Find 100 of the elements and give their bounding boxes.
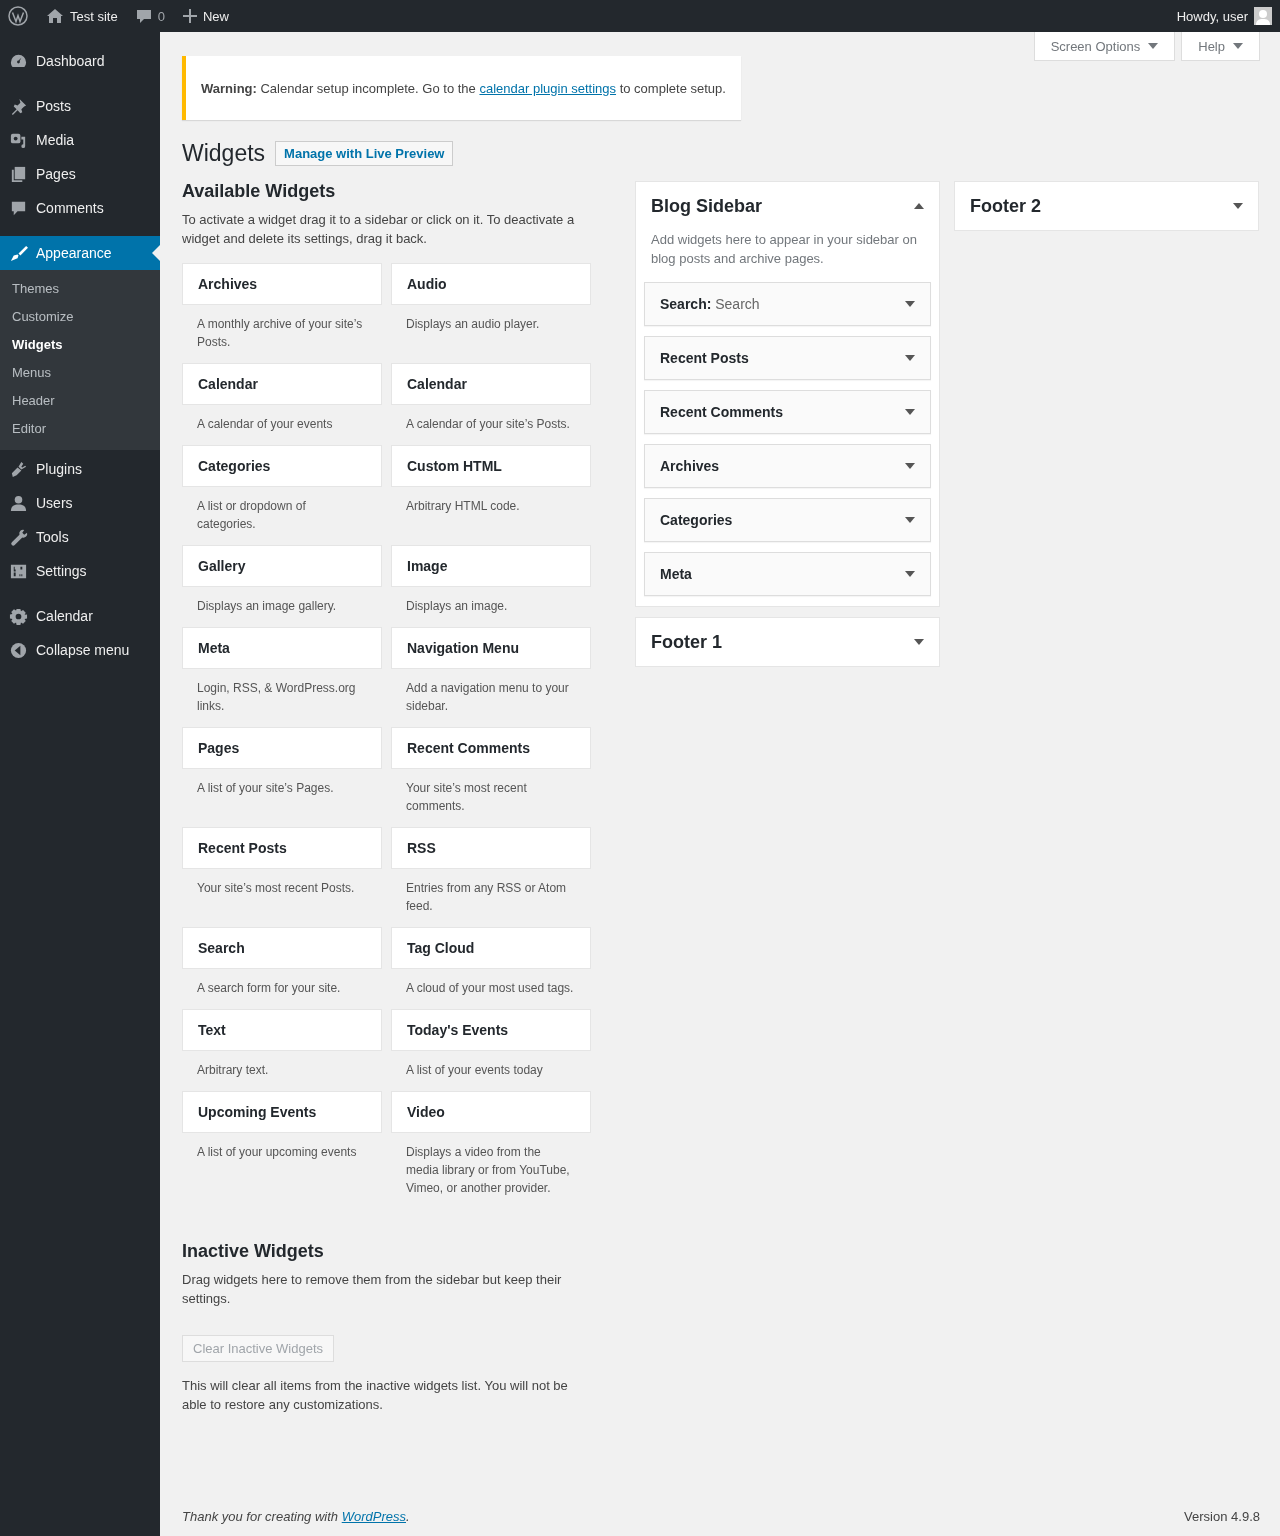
widget-description: Login, RSS, & WordPress.org links. xyxy=(196,680,357,715)
clear-note: This will clear all items from the inactive widgets list. You will not be able to restore any customizations. xyxy=(182,1377,569,1414)
submenu-item[interactable]: Editor xyxy=(0,415,160,443)
widget-card[interactable]: Text xyxy=(182,1009,382,1051)
widget-card[interactable]: Categories xyxy=(182,445,382,487)
help-button[interactable]: Help xyxy=(1181,32,1260,61)
comment-count[interactable]: 0 xyxy=(157,8,165,24)
widget-description: A calendar of your site’s Posts. xyxy=(405,416,571,433)
widget-description: A list of your events today xyxy=(405,1062,544,1079)
expand-arrow-icon[interactable] xyxy=(905,571,915,577)
section-heading: Inactive Widgets xyxy=(182,1241,325,1262)
widget-card[interactable]: Upcoming Events xyxy=(182,1091,382,1133)
widget-card[interactable]: Image xyxy=(391,545,591,587)
widget-card[interactable]: Tag Cloud xyxy=(391,927,591,969)
widget-item[interactable]: Recent Posts xyxy=(644,336,931,380)
page-title: Widgets xyxy=(182,140,266,167)
submenu-item[interactable]: Header xyxy=(0,387,160,415)
expand-arrow-icon[interactable] xyxy=(914,639,924,645)
widget-card[interactable]: Gallery xyxy=(182,545,382,587)
widget-description: Your site’s most recent comments. xyxy=(405,780,528,815)
widget-item[interactable]: Archives xyxy=(644,444,931,488)
menu-item[interactable]: Settings xyxy=(0,554,160,588)
widget-description: Entries from any RSS or Atom feed. xyxy=(405,880,568,915)
submenu-item[interactable]: Themes xyxy=(0,275,160,303)
widget-description: A list or dropdown of categories. xyxy=(196,498,307,533)
expand-arrow-icon[interactable] xyxy=(905,409,915,415)
widget-card[interactable]: Archives xyxy=(182,263,382,305)
widget-card[interactable]: Recent Posts xyxy=(182,827,382,869)
widget-card[interactable]: Meta xyxy=(182,627,382,669)
comment-icon xyxy=(135,8,152,24)
widget-card[interactable]: Recent Comments xyxy=(391,727,591,769)
widget-area-title[interactable]: Footer 1 xyxy=(651,631,914,653)
widget-description: Arbitrary HTML code. xyxy=(405,498,521,515)
widget-area-title[interactable]: Blog Sidebar xyxy=(651,195,914,217)
widget-description: Displays an image. xyxy=(405,598,509,615)
menu-item[interactable]: Pages xyxy=(0,157,160,191)
widget-card[interactable]: RSS xyxy=(391,827,591,869)
user-icon xyxy=(9,493,28,513)
menu-item[interactable]: Plugins xyxy=(0,452,160,486)
wrench-icon xyxy=(9,527,28,547)
widget-description: Arbitrary text. xyxy=(196,1062,270,1079)
wordpress-link[interactable]: WordPress xyxy=(341,1509,406,1524)
widget-description: Displays an audio player. xyxy=(405,316,541,333)
menu-item[interactable]: Tools xyxy=(0,520,160,554)
section-heading: Available Widgets xyxy=(182,181,337,202)
widget-card[interactable]: Custom HTML xyxy=(391,445,591,487)
expand-arrow-icon[interactable] xyxy=(905,463,915,469)
menu-item[interactable]: Dashboard xyxy=(0,44,160,78)
expand-arrow-icon[interactable] xyxy=(905,301,915,307)
expand-arrow-icon[interactable] xyxy=(905,355,915,361)
widget-card[interactable]: Today's Events xyxy=(391,1009,591,1051)
pages-icon xyxy=(9,164,28,184)
menu-item[interactable]: Comments xyxy=(0,191,160,225)
widget-card[interactable]: Pages xyxy=(182,727,382,769)
expand-arrow-icon[interactable] xyxy=(1233,203,1243,209)
submenu-item[interactable]: Menus xyxy=(0,359,160,387)
submenu-item[interactable]: Customize xyxy=(0,303,160,331)
menu-item[interactable]: Posts xyxy=(0,89,160,123)
widget-description: A search form for your site. xyxy=(196,980,342,997)
widget-card[interactable]: Search xyxy=(182,927,382,969)
widget-item[interactable]: Categories xyxy=(644,498,931,542)
widget-item[interactable]: Recent Comments xyxy=(644,390,931,434)
collapse-icon xyxy=(9,640,28,660)
widget-item[interactable]: Search: Search xyxy=(644,282,931,326)
section-description: To activate a widget drag it to a sidebar or click on it. To deactivate a widget and delete its settings, drag it back. xyxy=(182,211,576,248)
settings-link[interactable]: calendar plugin settings xyxy=(479,81,617,96)
brush-icon xyxy=(9,243,28,263)
menu-item[interactable]: Calendar xyxy=(0,599,160,633)
warning-text: Warning: Calendar setup incomplete. Go to the calendar plugin settings to complete setup. xyxy=(201,81,726,96)
site-name-link[interactable]: Test site xyxy=(70,8,118,24)
new-link[interactable]: New xyxy=(202,8,229,24)
submenu-item[interactable]: Widgets xyxy=(0,331,160,359)
expand-arrow-icon[interactable] xyxy=(905,517,915,523)
widget-area-description: Add widgets here to appear in your sidebar on blog posts and archive pages. xyxy=(650,231,918,268)
widget-description: Displays an image gallery. xyxy=(196,598,338,615)
gear-icon xyxy=(9,606,28,626)
live-preview-button[interactable]: Manage with Live Preview xyxy=(275,141,454,166)
menu-item[interactable]: Appearance xyxy=(0,236,160,270)
widget-description: A list of your site’s Pages. xyxy=(196,780,335,797)
widget-area-title[interactable]: Footer 2 xyxy=(970,195,1233,217)
widget-card[interactable]: Navigation Menu xyxy=(391,627,591,669)
version-text: Version 4.9.8 xyxy=(1184,1509,1260,1524)
screen-options-button[interactable]: Screen Options xyxy=(1033,32,1176,61)
footer-credit: Thank you for creating with WordPress. xyxy=(182,1509,410,1524)
widget-card[interactable]: Audio xyxy=(391,263,591,305)
greeting-link[interactable]: Howdy, user xyxy=(1176,8,1248,24)
collapse-arrow-icon[interactable] xyxy=(914,203,924,209)
widget-description: A monthly archive of your site’s Posts. xyxy=(196,316,364,351)
wordpress-logo-icon[interactable] xyxy=(8,6,28,26)
section-description: Drag widgets here to remove them from the sidebar but keep their settings. xyxy=(182,1271,563,1308)
menu-item[interactable]: Collapse menu xyxy=(0,633,160,667)
menu-item[interactable]: Users xyxy=(0,486,160,520)
widget-card[interactable]: Calendar xyxy=(391,363,591,405)
widget-item[interactable]: Meta xyxy=(644,552,931,596)
plus-icon xyxy=(182,9,197,23)
widget-card[interactable]: Calendar xyxy=(182,363,382,405)
widget-description: Add a navigation menu to your sidebar. xyxy=(405,680,570,715)
menu-item[interactable]: Media xyxy=(0,123,160,157)
widget-card[interactable]: Video xyxy=(391,1091,591,1133)
widget-description: A calendar of your events xyxy=(196,416,334,433)
